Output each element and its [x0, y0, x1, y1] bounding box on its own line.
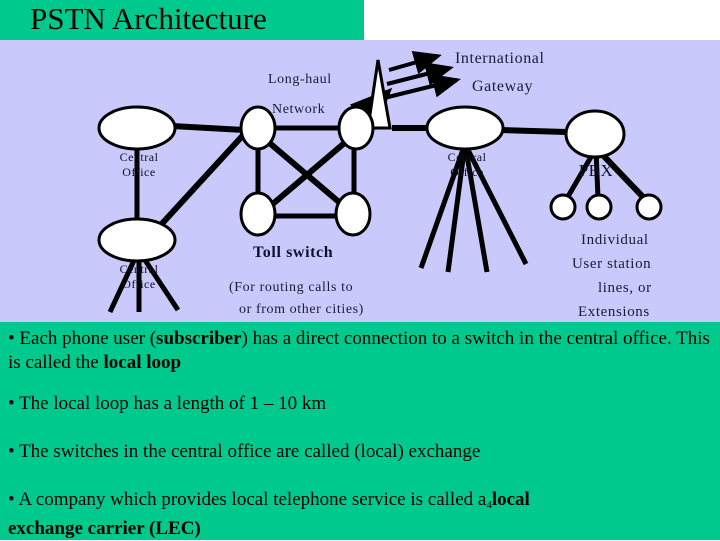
node-user-station-3[interactable]	[635, 193, 663, 221]
label-gateway: Gateway	[472, 78, 534, 95]
central-office-top-left-line2: Office	[122, 165, 156, 179]
link-co-right-to-pbx	[499, 127, 567, 135]
bullet-4-text-part1: • A company which provides local telepho…	[8, 489, 487, 510]
node-label-pbx: PBX	[578, 161, 614, 180]
central-office-right-line2: Office	[450, 165, 484, 179]
gateway-arrow-2	[386, 62, 454, 86]
node-toll-switch-2[interactable]	[337, 105, 375, 151]
label-individual-line4: Extensions	[578, 304, 650, 320]
bullet-list: • Each phone user (subscriber) has a dir…	[0, 322, 720, 540]
node-label-central-office-top-left: Central Office	[104, 150, 174, 180]
bullet-1-text-part1: • Each phone user (	[8, 328, 157, 349]
bullet-1-bold-subscriber: subscriber	[156, 328, 242, 349]
central-office-top-left-line1: Central	[119, 150, 159, 164]
node-central-office-right[interactable]	[425, 105, 505, 151]
node-toll-switch-4[interactable]	[334, 191, 372, 237]
bullet-item-2: • The local loop has a length of 1 – 10 …	[8, 393, 327, 414]
page-title: PSTN Architecture	[30, 1, 267, 36]
slide-canvas: PSTN Architecture Central Office Central…	[0, 0, 720, 540]
international-gateway-arrows	[383, 51, 461, 100]
label-long-haul: Long-haul	[268, 72, 332, 87]
node-label-central-office-bottom-left: Central Office	[104, 262, 174, 292]
node-user-station-2[interactable]	[585, 193, 613, 221]
bullet-item-1: • Each phone user (subscriber) has a dir…	[8, 327, 714, 375]
node-label-central-office-right: Central Office	[432, 150, 502, 180]
label-network: Network	[272, 102, 326, 117]
title-bar: PSTN Architecture	[0, 0, 364, 40]
central-office-bottom-left-line2: Office	[122, 277, 156, 291]
node-central-office-bottom-left[interactable]	[97, 217, 177, 263]
bullet-4-bold-local: local	[491, 489, 530, 510]
node-central-office-top-left[interactable]	[97, 105, 177, 151]
label-individual-line1: Individual	[581, 232, 649, 248]
label-individual-line2: User station	[572, 256, 652, 272]
bullet-1-bold-local-loop: local loop	[103, 352, 182, 373]
label-toll-switch: Toll switch	[253, 244, 334, 261]
central-office-right-line1: Central	[447, 150, 487, 164]
label-international: International	[455, 50, 545, 67]
link-co-bottomleft-to-toll1	[155, 129, 249, 231]
node-toll-switch-1[interactable]	[239, 105, 277, 151]
label-routing-note-line2: or from other cities)	[239, 302, 364, 317]
label-individual-line3: lines, or	[598, 280, 652, 296]
label-routing-note-line1: (For routing calls to	[229, 280, 354, 295]
node-toll-switch-3[interactable]	[239, 191, 277, 237]
pstn-architecture-diagram: Central Office Central Office Central Of…	[0, 40, 720, 322]
node-user-station-1[interactable]	[549, 193, 577, 221]
link-co-topleft-to-toll1	[171, 123, 245, 133]
bullet-item-4: • A company which provides local telepho…	[8, 488, 714, 541]
node-pbx[interactable]	[564, 109, 626, 159]
central-office-bottom-left-line1: Central	[119, 262, 159, 276]
bullet-4-bold-exchange-carrier: exchange carrier (LEC)	[8, 518, 201, 539]
gateway-arrow-1	[388, 51, 442, 75]
bullet-item-3: • The switches in the central office are…	[8, 441, 481, 462]
